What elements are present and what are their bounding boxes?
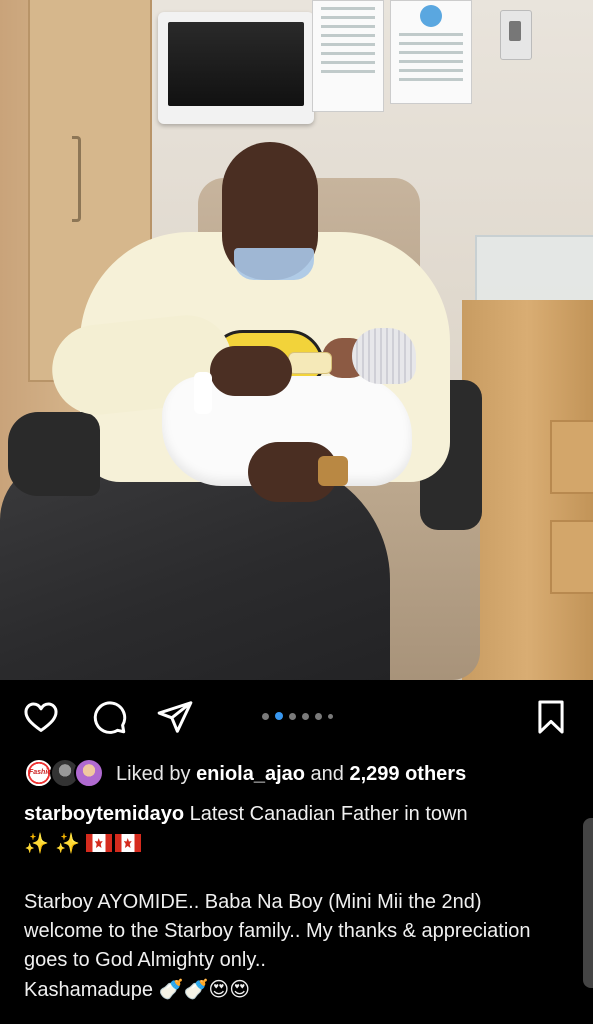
canada-flag-icon <box>114 834 141 852</box>
wall-plug <box>500 10 532 60</box>
carousel-dot <box>262 712 269 720</box>
wall-poster-2 <box>390 0 472 104</box>
likes-text[interactable]: Liked by eniola_ajao and 2,299 others <box>116 763 466 786</box>
caption-signoff: Kashamadupe <box>24 979 153 1001</box>
cabinet-handle <box>72 136 81 222</box>
avatar[interactable] <box>74 758 104 788</box>
bookmark-icon <box>538 700 564 734</box>
heart-outline-icon <box>24 702 58 732</box>
baby-bottle <box>288 352 332 374</box>
post-action-bar <box>0 690 593 746</box>
caption-text: Latest Canadian Father in town <box>184 803 468 825</box>
paper-plane-icon <box>157 701 193 733</box>
carousel-dot-active <box>275 712 283 720</box>
hospital-wristband <box>194 372 212 414</box>
post-caption: starboytemidayo Latest Canadian Father i… <box>24 800 564 1005</box>
caption-username[interactable]: starboytemidayo <box>24 803 184 825</box>
caption-paragraph-end: Kashamadupe 🍼🍼😍😍 <box>24 975 564 1005</box>
comment-bubble-icon <box>93 701 127 734</box>
caption-line-1: starboytemidayo Latest Canadian Father i… <box>24 800 564 829</box>
canada-flag-icon <box>85 834 112 852</box>
save-button[interactable] <box>530 696 572 738</box>
liker-avatars[interactable]: Fashion <box>24 758 108 790</box>
caption-paragraph: Starboy AYOMIDE.. Baba Na Boy (Mini Mii … <box>24 891 531 971</box>
sparkles-emoji: ✨ ✨ <box>24 831 81 855</box>
bottle-heart-eyes-emoji: 🍼🍼😍😍 <box>158 977 251 1001</box>
likes-row[interactable]: Fashion Liked by eniola_ajao and 2,299 o… <box>24 758 466 790</box>
crib-drawer <box>550 520 593 594</box>
wrist-watch <box>318 456 348 486</box>
chair-arm-left <box>8 412 100 496</box>
face-mask <box>234 248 314 280</box>
share-button[interactable] <box>154 696 196 738</box>
post-photo[interactable] <box>0 0 593 680</box>
monitor-screen <box>168 22 304 106</box>
carousel-dot <box>289 712 296 720</box>
comment-button[interactable] <box>88 696 130 738</box>
baby-hat <box>352 328 416 384</box>
carousel-dot <box>315 712 322 720</box>
man-hand <box>210 346 292 396</box>
wall-poster-1 <box>312 0 384 112</box>
likes-middle: and <box>305 762 350 785</box>
carousel-dot <box>302 712 309 720</box>
liked-by-username[interactable]: eniola_ajao <box>196 763 305 785</box>
poster-icon <box>420 5 442 27</box>
likes-count[interactable]: 2,299 others <box>349 763 466 785</box>
scrollbar-thumb[interactable] <box>583 818 593 988</box>
wall-monitor <box>158 12 314 124</box>
carousel-indicator <box>262 712 333 720</box>
likes-prefix: Liked by <box>116 762 197 785</box>
like-button[interactable] <box>20 696 62 738</box>
caption-line-2: ✨ ✨ <box>24 829 564 859</box>
crib-drawer <box>550 420 593 494</box>
carousel-dot <box>328 713 333 719</box>
